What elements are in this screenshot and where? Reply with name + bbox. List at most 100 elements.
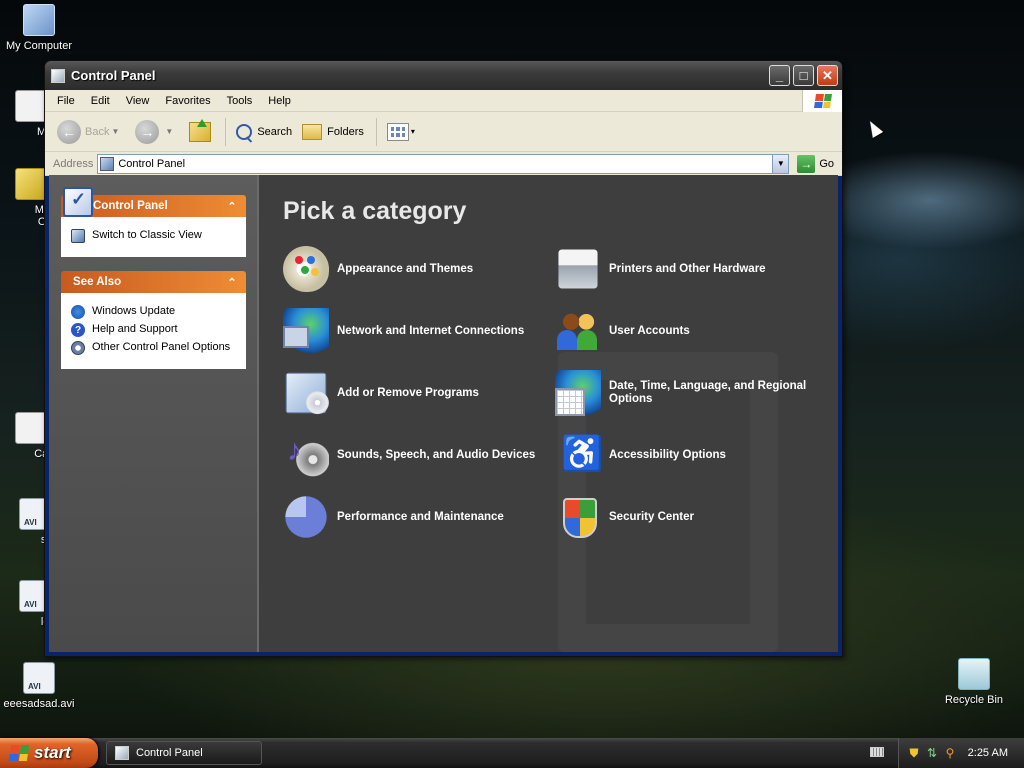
shortcut-icon (15, 412, 47, 444)
printer-hardware-icon (558, 249, 598, 289)
mouse-pointer-icon (864, 118, 884, 138)
menu-tools[interactable]: Tools (219, 90, 261, 112)
up-folder-button[interactable] (185, 116, 217, 148)
address-bar: Address Control Panel ▼ → Go (45, 152, 842, 176)
control-panel-section-body: Switch to Classic View (61, 217, 246, 257)
network-tray-icon[interactable]: ⇅ (925, 746, 939, 760)
back-dropdown-icon[interactable]: ▼ (111, 127, 119, 136)
system-tray: ⛊ ⇅ ⚲ 2:25 AM (898, 738, 1024, 768)
back-label: Back (85, 125, 110, 138)
minimize-button[interactable]: _ (769, 65, 790, 86)
appearance-themes-icon (283, 246, 329, 292)
section-title: See Also (73, 276, 122, 288)
views-button[interactable]: ▾ (383, 116, 425, 148)
clock[interactable]: 2:25 AM (968, 747, 1008, 759)
category-sounds-audio[interactable]: Sounds, Speech, and Audio Devices (283, 432, 555, 478)
classic-view-icon (71, 229, 85, 243)
category-printers-hardware[interactable]: Printers and Other Hardware (555, 246, 827, 292)
menu-help[interactable]: Help (260, 90, 299, 112)
title-bar[interactable]: Control Panel _ □ ✕ (45, 61, 842, 90)
go-button[interactable]: → Go (793, 154, 838, 173)
taskbar-button-label: Control Panel (136, 747, 203, 759)
address-field[interactable]: Control Panel ▼ (97, 153, 790, 174)
collapse-chevron-icon[interactable]: ⌃ (224, 198, 240, 214)
performance-icon (285, 496, 327, 538)
views-icon (386, 122, 409, 141)
desktop-icon-label: eeesadsad.avi (3, 698, 75, 710)
control-panel-large-icon (63, 187, 93, 217)
category-user-accounts[interactable]: User Accounts (555, 308, 827, 354)
page-title: Pick a category (283, 197, 467, 225)
address-value: Control Panel (118, 157, 186, 170)
see-also-section: See Also ⌃ Windows Update ? Help and Sup… (61, 271, 246, 369)
content-area: Control Panel ⌃ Switch to Classic View S… (49, 175, 838, 652)
menu-bar: File Edit View Favorites Tools Help (45, 90, 842, 112)
category-add-remove-programs[interactable]: Add or Remove Programs (283, 370, 555, 416)
outlook-icon (15, 168, 47, 200)
category-label: User Accounts (609, 324, 690, 337)
address-dropdown-icon[interactable]: ▼ (772, 154, 789, 173)
start-label: start (34, 743, 71, 762)
link-label: Other Control Panel Options (92, 341, 231, 353)
category-label: Performance and Maintenance (337, 510, 504, 523)
desktop-icon-recycle-bin[interactable]: Recycle Bin (935, 658, 1013, 706)
add-remove-programs-icon (285, 372, 329, 415)
see-also-section-header[interactable]: See Also ⌃ (61, 271, 246, 293)
desktop-icon-label: Recycle Bin (944, 694, 1004, 706)
keyboard-icon[interactable] (870, 747, 884, 757)
help-support-link[interactable]: ? Help and Support (71, 323, 236, 337)
go-label: Go (819, 157, 834, 170)
collapse-chevron-icon[interactable]: ⌃ (224, 274, 240, 290)
see-also-section-body: Windows Update ? Help and Support Other … (61, 293, 246, 369)
category-view: Pick a category Appearance and Themes Pr… (259, 175, 838, 652)
category-label: Printers and Other Hardware (609, 262, 766, 275)
views-dropdown-icon[interactable]: ▾ (411, 127, 415, 136)
category-appearance-themes[interactable]: Appearance and Themes (283, 246, 555, 292)
desktop-icon-eeesadsad-avi[interactable]: eeesadsad.avi (0, 662, 78, 710)
menu-favorites[interactable]: Favorites (157, 90, 218, 112)
start-button[interactable]: start (0, 738, 98, 768)
taskbar-button-control-panel[interactable]: Control Panel (106, 741, 262, 765)
close-button[interactable]: ✕ (817, 65, 838, 86)
user-accounts-icon (555, 308, 601, 354)
category-label: Sounds, Speech, and Audio Devices (337, 448, 536, 461)
menu-view[interactable]: View (118, 90, 158, 112)
folders-icon (302, 123, 323, 140)
menu-file[interactable]: File (49, 90, 83, 112)
category-performance-maintenance[interactable]: Performance and Maintenance (283, 494, 555, 540)
menu-edit[interactable]: Edit (83, 90, 118, 112)
windows-update-icon (71, 305, 85, 319)
search-label: Search (257, 125, 293, 138)
recycle-bin-icon (958, 658, 990, 690)
documents-icon (15, 90, 47, 122)
windows-update-link[interactable]: Windows Update (71, 305, 236, 319)
maximize-button[interactable]: □ (793, 65, 814, 86)
category-label: Add or Remove Programs (337, 386, 479, 399)
control-panel-icon (115, 746, 129, 760)
task-pane: Control Panel ⌃ Switch to Classic View S… (49, 175, 259, 652)
up-folder-icon (189, 118, 212, 142)
category-label: Network and Internet Connections (337, 324, 525, 337)
category-network-internet[interactable]: Network and Internet Connections (283, 308, 555, 354)
security-shield-icon[interactable]: ⛊ (907, 746, 921, 760)
switch-classic-view-link[interactable]: Switch to Classic View (71, 229, 236, 243)
link-label: Switch to Classic View (92, 229, 202, 241)
avi-file-icon (23, 662, 55, 694)
windows-logo-icon (8, 745, 30, 761)
control-panel-icon (51, 68, 65, 83)
computer-icon (23, 4, 55, 36)
desktop-icon-my-computer[interactable]: My Computer (0, 4, 78, 52)
other-options-link[interactable]: Other Control Panel Options (71, 341, 236, 355)
back-button[interactable]: ← Back ▼ (53, 116, 129, 148)
forward-arrow-icon: → (135, 119, 160, 144)
toolbar-separator (225, 117, 227, 146)
search-button[interactable]: Search (232, 116, 296, 148)
go-arrow-icon: → (797, 154, 816, 173)
address-label: Address (53, 157, 94, 170)
forward-button[interactable]: → ▼ (131, 116, 183, 148)
date-time-region-icon (555, 370, 601, 416)
search-tray-icon[interactable]: ⚲ (943, 746, 957, 760)
sounds-audio-icon (283, 432, 329, 478)
folders-button[interactable]: Folders (298, 116, 368, 148)
forward-dropdown-icon[interactable]: ▼ (165, 127, 173, 136)
